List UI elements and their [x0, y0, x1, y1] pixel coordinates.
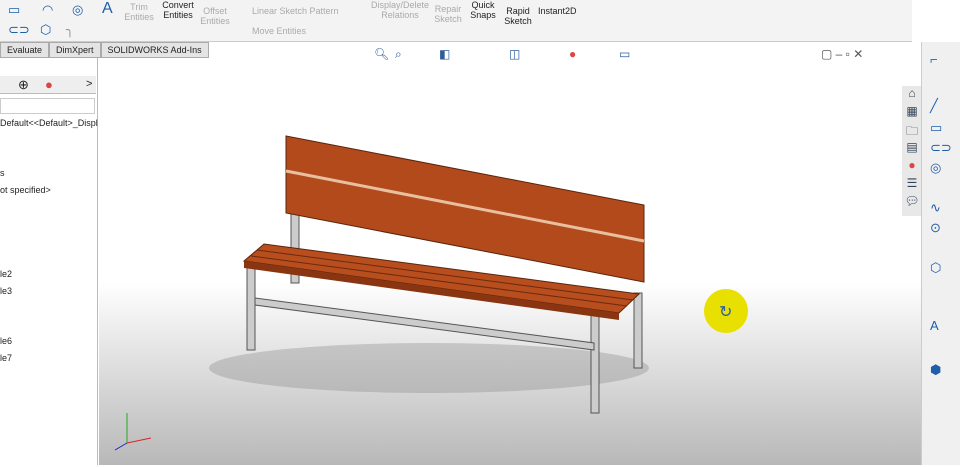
spline-icon[interactable]: ∿: [930, 200, 941, 216]
circle-icon[interactable]: ◎: [72, 2, 83, 18]
line-icon[interactable]: ╱: [930, 98, 938, 114]
appearance-tab-icon[interactable]: ●: [45, 77, 53, 92]
polygon-icon[interactable]: ⬡: [930, 260, 941, 276]
sketch-toolbar: ⌐ ╱ ▭ ⊂⊃ ◎ ∿ ⊙ ⬡ A ⬢: [921, 42, 960, 465]
window-controls-icon[interactable]: ▢ – ▫ ✕: [821, 47, 863, 61]
zoom-to-fit-icon[interactable]: 🔍︎: [374, 47, 389, 61]
slot-icon[interactable]: ⊂⊃: [930, 140, 952, 156]
tree-item[interactable]: le6: [0, 336, 12, 346]
instant2d-button[interactable]: Instant2D: [538, 6, 577, 16]
display-delete-relations-button[interactable]: Display/Delete Relations: [370, 0, 430, 20]
file-explorer-icon[interactable]: 🗀︎: [902, 122, 922, 140]
task-pane-tabs: ⌂ ▦ 🗀︎ ▤ ● ☰ 💬︎: [902, 86, 922, 216]
rectangle-icon[interactable]: ▭: [8, 2, 20, 18]
move-entities-button[interactable]: Move Entities: [252, 26, 306, 36]
rectangle-icon[interactable]: ▭: [930, 120, 942, 136]
feature-manager-panel: ⊕ ● > Default<<Default>_Displ s ot speci…: [0, 58, 98, 465]
rapid-sketch-button[interactable]: Rapid Sketch: [503, 6, 533, 26]
appearance-icon[interactable]: ●: [569, 47, 576, 61]
tab-addins[interactable]: SOLIDWORKS Add-Ins: [100, 42, 209, 58]
offset-entities-button[interactable]: Offset Entities: [198, 6, 232, 26]
command-manager-ribbon: ▭ ◠ ◎ A ⊂⊃ ⬡ ╮ Trim Entities Convert Ent…: [0, 0, 912, 42]
home-icon[interactable]: ⌂: [902, 86, 922, 104]
tree-item[interactable]: ot specified>: [0, 185, 51, 195]
text-icon[interactable]: A: [930, 318, 939, 333]
custom-properties-icon[interactable]: ☰: [902, 176, 922, 194]
section-view-icon[interactable]: ◧: [439, 47, 450, 61]
tree-item[interactable]: le7: [0, 353, 12, 363]
tree-item[interactable]: s: [0, 168, 5, 178]
view-orientation-icon[interactable]: ◫: [509, 47, 520, 61]
bench-model: ↻: [114, 135, 748, 451]
arc-icon[interactable]: ◠: [42, 2, 53, 18]
config-manager-tab-icon[interactable]: ⊕: [18, 77, 29, 93]
triad-icon: [114, 413, 152, 451]
command-tabs: Evaluate DimXpert SOLIDWORKS Add-Ins: [0, 42, 209, 58]
tabs-scroll-right[interactable]: >: [86, 78, 92, 90]
mirror-icon[interactable]: ⬢: [930, 362, 941, 378]
circle-icon[interactable]: ◎: [930, 160, 941, 176]
filter-input[interactable]: [0, 98, 95, 114]
sketch-icon[interactable]: ⌐: [930, 52, 938, 67]
panel-tabs: ⊕ ● >: [0, 76, 96, 94]
graphics-area[interactable]: ↻ 🔍︎ ⌕ ◧ ◫ ● ▭ ▢ – ▫ ✕: [99, 47, 921, 465]
design-library-icon[interactable]: ▦: [902, 104, 922, 122]
fillet-icon[interactable]: ╮: [66, 22, 74, 38]
trim-entities-button[interactable]: Trim Entities: [122, 2, 156, 22]
tree-item[interactable]: le3: [0, 286, 12, 296]
svg-text:↻: ↻: [719, 304, 732, 321]
ellipse-icon[interactable]: ⊙: [930, 220, 941, 236]
tab-evaluate[interactable]: Evaluate: [0, 42, 50, 58]
zoom-area-icon[interactable]: ⌕: [395, 47, 402, 62]
view-palette-icon[interactable]: ▤: [902, 140, 922, 158]
tree-config[interactable]: Default<<Default>_Displ: [0, 118, 98, 128]
convert-entities-button[interactable]: Convert Entities: [158, 0, 198, 20]
text-icon[interactable]: A: [102, 0, 113, 18]
quick-snaps-button[interactable]: Quick Snaps: [468, 0, 498, 20]
tree-item[interactable]: le2: [0, 269, 12, 279]
polygon-icon[interactable]: ⬡: [40, 22, 51, 38]
appearances-icon[interactable]: ●: [902, 158, 922, 176]
display-icon[interactable]: ▭: [619, 47, 630, 61]
forum-icon[interactable]: 💬︎: [902, 194, 922, 212]
slot-icon[interactable]: ⊂⊃: [8, 22, 30, 38]
linear-sketch-pattern-button[interactable]: Linear Sketch Pattern: [252, 6, 339, 16]
tab-dimxpert[interactable]: DimXpert: [49, 42, 101, 58]
repair-sketch-button[interactable]: Repair Sketch: [432, 4, 464, 24]
